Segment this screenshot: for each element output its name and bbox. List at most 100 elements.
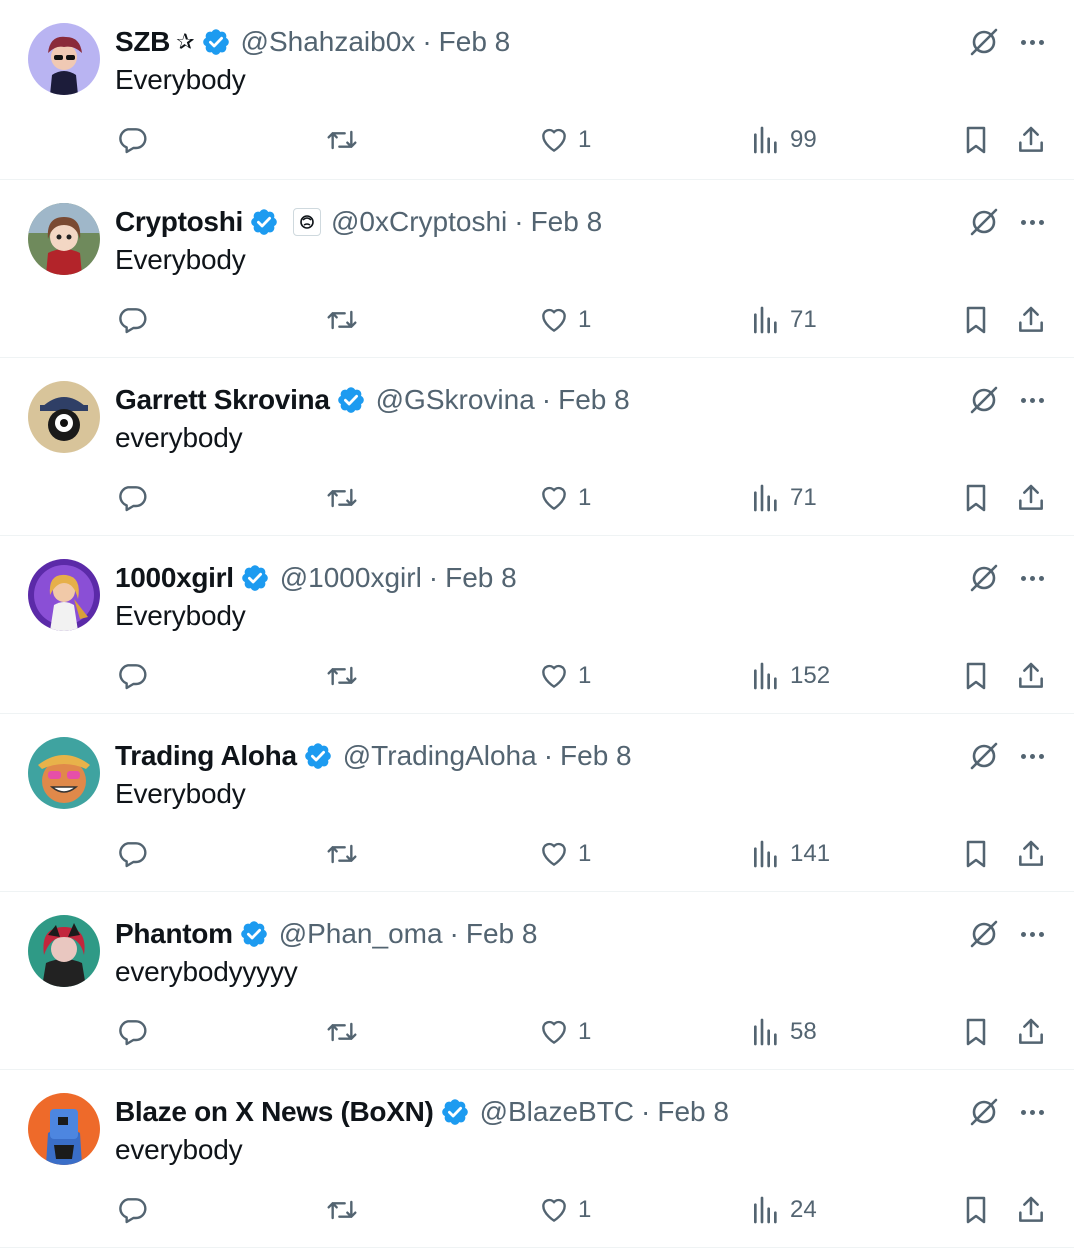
grok-icon[interactable] [966,1094,1002,1130]
bookmark-button[interactable] [960,656,992,696]
display-name[interactable]: Blaze on X News (BoXN) [115,1096,434,1128]
tweet[interactable]: Phantom @Phan_oma · Feb 8 everybodyyyyy … [0,892,1074,1070]
share-button[interactable] [1015,1190,1047,1230]
verified-badge-icon[interactable] [239,919,269,949]
avatar[interactable] [28,23,100,95]
user-handle[interactable]: @Phan_oma [279,918,443,950]
avatar[interactable] [28,559,100,631]
bookmark-button[interactable] [960,120,992,160]
retweet-button[interactable] [326,1190,358,1230]
tweet-date[interactable]: Feb 8 [466,918,538,950]
grok-icon[interactable] [966,916,1002,952]
verified-badge-icon[interactable] [336,385,366,415]
more-options-icon[interactable] [1014,560,1050,596]
retweet-button[interactable] [326,1012,358,1052]
tweet-date[interactable]: Feb 8 [558,384,630,416]
bookmark-button[interactable] [960,1190,992,1230]
views-button[interactable]: 141 [750,834,830,874]
display-name[interactable]: Cryptoshi [115,206,243,238]
views-button[interactable]: 58 [750,1012,817,1052]
verified-badge-icon[interactable] [240,563,270,593]
views-button[interactable]: 71 [750,478,817,518]
display-name[interactable]: SZB [115,26,170,58]
more-options-icon[interactable] [1014,204,1050,240]
reply-button[interactable] [116,834,148,874]
views-button[interactable]: 99 [750,120,817,160]
bookmark-button[interactable] [960,300,992,340]
user-handle[interactable]: @TradingAloha [343,740,537,772]
tweet[interactable]: Trading Aloha @TradingAloha · Feb 8 Ever… [0,714,1074,892]
avatar[interactable] [28,203,100,275]
more-options-icon[interactable] [1014,382,1050,418]
retweet-button[interactable] [326,300,358,340]
share-button[interactable] [1015,300,1047,340]
like-button[interactable]: 1 [538,656,591,696]
reply-button[interactable] [116,656,148,696]
avatar[interactable] [28,915,100,987]
tweet-date[interactable]: Feb 8 [560,740,632,772]
grok-icon[interactable] [966,24,1002,60]
reply-button[interactable] [116,1190,148,1230]
share-button[interactable] [1015,834,1047,874]
share-button[interactable] [1015,1012,1047,1052]
reply-button[interactable] [116,478,148,518]
reply-button[interactable] [116,300,148,340]
bookmark-button[interactable] [960,478,992,518]
verified-badge-icon[interactable] [249,207,279,237]
user-handle[interactable]: @Shahzaib0x [241,26,416,58]
display-name[interactable]: 1000xgirl [115,562,234,594]
avatar[interactable] [28,1093,100,1165]
display-name[interactable]: Trading Aloha [115,740,297,772]
bookmark-button[interactable] [960,1012,992,1052]
bookmark-button[interactable] [960,834,992,874]
avatar[interactable] [28,737,100,809]
like-button[interactable]: 1 [538,834,591,874]
views-button[interactable]: 152 [750,656,830,696]
tweet[interactable]: Blaze on X News (BoXN) @BlazeBTC · Feb 8… [0,1070,1074,1248]
reply-button[interactable] [116,120,148,160]
grok-icon[interactable] [966,382,1002,418]
tweet-date[interactable]: Feb 8 [531,206,603,238]
display-name[interactable]: Phantom [115,918,233,950]
separator-dot: · [541,384,552,415]
grok-icon[interactable] [966,738,1002,774]
retweet-button[interactable] [326,656,358,696]
tweet-date[interactable]: Feb 8 [445,562,517,594]
display-name[interactable]: Garrett Skrovina [115,384,330,416]
like-button[interactable]: 1 [538,300,591,340]
more-options-icon[interactable] [1014,24,1050,60]
user-handle[interactable]: @1000xgirl [280,562,422,594]
verified-badge-icon[interactable] [303,741,333,771]
verified-badge-icon[interactable] [440,1097,470,1127]
affiliate-badge-icon[interactable] [292,208,321,236]
user-handle[interactable]: @BlazeBTC [480,1096,634,1128]
like-button[interactable]: 1 [538,120,591,160]
views-button[interactable]: 24 [750,1190,817,1230]
user-handle[interactable]: @0xCryptoshi [331,206,507,238]
more-options-icon[interactable] [1014,1094,1050,1130]
more-options-icon[interactable] [1014,738,1050,774]
retweet-button[interactable] [326,120,358,160]
retweet-button[interactable] [326,834,358,874]
retweet-button[interactable] [326,478,358,518]
tweet[interactable]: Cryptoshi @0xCryptoshi · Feb 8 Everybody… [0,180,1074,358]
grok-icon[interactable] [966,204,1002,240]
tweet[interactable]: SZB ✰ @Shahzaib0x · Feb 8 Everybody 1 99 [0,0,1074,180]
more-options-icon[interactable] [1014,916,1050,952]
tweet[interactable]: 1000xgirl @1000xgirl · Feb 8 Everybody 1… [0,536,1074,714]
like-button[interactable]: 1 [538,478,591,518]
user-handle[interactable]: @GSkrovina [376,384,535,416]
avatar[interactable] [28,381,100,453]
share-button[interactable] [1015,656,1047,696]
like-button[interactable]: 1 [538,1190,591,1230]
share-button[interactable] [1015,478,1047,518]
reply-button[interactable] [116,1012,148,1052]
share-button[interactable] [1015,120,1047,160]
tweet[interactable]: Garrett Skrovina @GSkrovina · Feb 8 ever… [0,358,1074,536]
tweet-date[interactable]: Feb 8 [657,1096,729,1128]
verified-badge-icon[interactable] [201,27,231,57]
like-button[interactable]: 1 [538,1012,591,1052]
grok-icon[interactable] [966,560,1002,596]
tweet-date[interactable]: Feb 8 [439,26,511,58]
views-button[interactable]: 71 [750,300,817,340]
